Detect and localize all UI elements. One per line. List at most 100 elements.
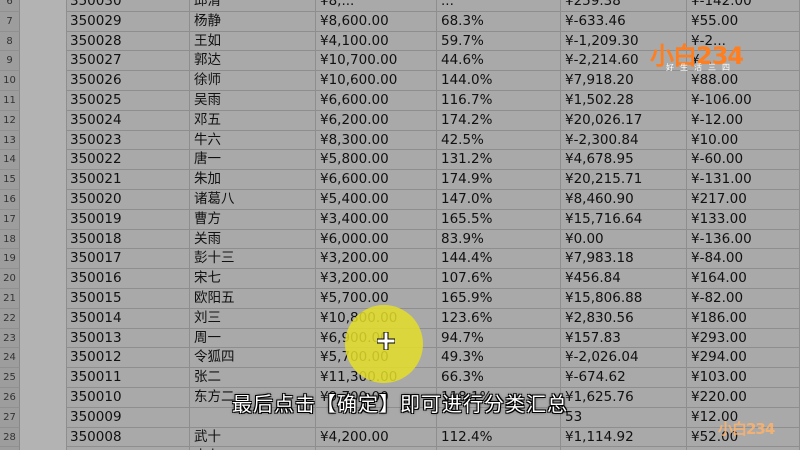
- cell-difference[interactable]: ¥1,502.28: [561, 91, 687, 111]
- cell-name[interactable]: 曹方: [190, 209, 316, 230]
- cell-amount[interactable]: ¥10,700.00: [316, 51, 437, 72]
- cell-percent[interactable]: 165.9%: [437, 289, 561, 309]
- cell-balance[interactable]: ¥-12.00: [687, 110, 800, 131]
- table-row[interactable]: 12 350024 邓五 ¥6,200.00 174.2% ¥20,026.17 ¥-12.…: [0, 110, 800, 131]
- cell-balance[interactable]: ¥217.00: [687, 190, 800, 210]
- cell-percent[interactable]: 59.7%: [437, 31, 561, 52]
- cell-name[interactable]: 邓五: [190, 110, 316, 131]
- row-header[interactable]: 9: [0, 51, 20, 72]
- cell-balance[interactable]: ¥-84.00: [687, 249, 800, 270]
- cell-difference[interactable]: ¥20,215.71: [561, 170, 687, 190]
- row-header[interactable]: 17: [0, 209, 20, 230]
- row-header[interactable]: 22: [0, 308, 20, 329]
- cell-percent[interactable]: 112.4%: [437, 427, 561, 448]
- cell-percent[interactable]: 49.3%: [437, 348, 561, 369]
- cell-difference[interactable]: ¥0.00: [561, 229, 687, 250]
- cell-name[interactable]: 邱清: [190, 0, 316, 12]
- cell-amount[interactable]: ¥5,800.00: [316, 150, 437, 171]
- cell-difference[interactable]: ¥1,114.92: [561, 427, 687, 448]
- cell-id[interactable]: 350021: [66, 170, 190, 190]
- cell-id[interactable]: 350019: [66, 209, 190, 230]
- row-header[interactable]: 8: [0, 31, 20, 52]
- cell-percent[interactable]: ...: [437, 0, 561, 12]
- cell-balance[interactable]: ¥294.00: [687, 348, 800, 369]
- cell-name[interactable]: 吴雨: [190, 91, 316, 111]
- row-header[interactable]: 28: [0, 427, 20, 448]
- cell-balance[interactable]: ¥103.00: [687, 368, 800, 388]
- cell-difference[interactable]: ¥8,460.90: [561, 190, 687, 210]
- row-header[interactable]: 25: [0, 368, 20, 388]
- cell-balance[interactable]: ¥-82.00: [687, 289, 800, 309]
- cell-difference[interactable]: ¥4,678.95: [561, 150, 687, 171]
- cell-percent[interactable]: 144.4%: [437, 249, 561, 270]
- cell-difference[interactable]: ¥-2,026.04: [561, 348, 687, 369]
- row-header[interactable]: 24: [0, 348, 20, 369]
- row-header[interactable]: 10: [0, 71, 20, 91]
- table-row[interactable]: 6 350030 邱清 ¥8,...... ¥259.38 ¥-142.00: [0, 0, 800, 12]
- cell-name[interactable]: 欧阳五: [190, 289, 316, 309]
- cell-id[interactable]: 350023: [66, 130, 190, 151]
- row-header[interactable]: 6: [0, 0, 20, 12]
- cell-id[interactable]: 350030: [66, 0, 190, 12]
- cell-id[interactable]: 350025: [66, 91, 190, 111]
- cell-name[interactable]: 张二: [190, 368, 316, 388]
- cell-percent[interactable]: 131.2%: [437, 150, 561, 171]
- cell-percent[interactable]: 123.6%: [437, 308, 561, 329]
- row-header[interactable]: 12: [0, 110, 20, 131]
- row-header[interactable]: 23: [0, 328, 20, 349]
- cell-percent[interactable]: 83.9%: [437, 229, 561, 250]
- cell-percent[interactable]: 44.6%: [437, 51, 561, 72]
- cell-amount[interactable]: ¥6,000.00: [316, 229, 437, 250]
- cell-balance[interactable]: ¥-136.00: [687, 229, 800, 250]
- cell-name[interactable]: 关雨: [190, 229, 316, 250]
- cell-name[interactable]: 牛六: [190, 130, 316, 151]
- table-row[interactable]: 21 350015 欧阳五 ¥5,700.00 165.9% ¥15,806.88 ¥-82…: [0, 289, 800, 309]
- cell-balance[interactable]: ¥10.00: [687, 130, 800, 151]
- cell-id[interactable]: 350022: [66, 150, 190, 171]
- row-header[interactable]: 18: [0, 229, 20, 250]
- cell-balance[interactable]: ¥-60.00: [687, 150, 800, 171]
- cell-percent[interactable]: 42.5%: [437, 130, 561, 151]
- cell-amount[interactable]: ¥3,400.00: [316, 209, 437, 230]
- cell-percent[interactable]: 66.3%: [437, 368, 561, 388]
- row-header[interactable]: 21: [0, 289, 20, 309]
- row-header[interactable]: 7: [0, 11, 20, 32]
- cell-id[interactable]: 350016: [66, 269, 190, 289]
- cell-percent[interactable]: 68.3%: [437, 11, 561, 32]
- table-row[interactable]: 28 350008 武十 ¥4,200.00 112.4% ¥1,114.92 ¥52.00: [0, 427, 800, 448]
- cell-name[interactable]: 唐一: [190, 150, 316, 171]
- row-header[interactable]: 14: [0, 150, 20, 171]
- cell-name[interactable]: 朱加: [190, 170, 316, 190]
- cell-id[interactable]: 350027: [66, 51, 190, 72]
- cell-difference[interactable]: ¥-2,300.84: [561, 130, 687, 151]
- cell-amount[interactable]: ¥4,100.00: [316, 31, 437, 52]
- table-row[interactable]: 13 350023 牛六 ¥8,300.00 42.5% ¥-2,300.84 ¥10.00: [0, 130, 800, 151]
- cell-id[interactable]: 350029: [66, 11, 190, 32]
- cell-name[interactable]: 诸葛八: [190, 190, 316, 210]
- cell-balance[interactable]: ¥55.00: [687, 11, 800, 32]
- cell-amount[interactable]: ¥8,300.00: [316, 130, 437, 151]
- cell-id[interactable]: 350026: [66, 71, 190, 91]
- cell-id[interactable]: 350018: [66, 229, 190, 250]
- row-header[interactable]: 15: [0, 170, 20, 190]
- cell-difference[interactable]: ¥456.84: [561, 269, 687, 289]
- cell-amount[interactable]: ¥6,600.00: [316, 91, 437, 111]
- cell-amount[interactable]: ¥4,200.00: [316, 427, 437, 448]
- cell-amount[interactable]: ¥3,200.00: [316, 269, 437, 289]
- cell-balance[interactable]: ¥-106.00: [687, 91, 800, 111]
- row-header[interactable]: 20: [0, 269, 20, 289]
- table-row[interactable]: 20 350016 宋七 ¥3,200.00 107.6% ¥456.84 ¥164.00: [0, 269, 800, 289]
- cell-id[interactable]: 350012: [66, 348, 190, 369]
- cell-difference[interactable]: ¥7,983.18: [561, 249, 687, 270]
- cell-name[interactable]: 周一: [190, 328, 316, 349]
- cell-id[interactable]: 350014: [66, 308, 190, 329]
- cell-name[interactable]: 武十: [190, 427, 316, 448]
- cell-name[interactable]: 王如: [190, 31, 316, 52]
- cell-amount[interactable]: ¥3,200.00: [316, 249, 437, 270]
- table-row[interactable]: 17 350019 曹方 ¥3,400.00 165.5% ¥15,716.64 ¥133.…: [0, 209, 800, 230]
- table-row[interactable]: 11 350025 吴雨 ¥6,600.00 116.7% ¥1,502.28 ¥-106.…: [0, 91, 800, 111]
- cell-name[interactable]: 刘三: [190, 308, 316, 329]
- cell-balance[interactable]: ¥293.00: [687, 328, 800, 349]
- cell-balance[interactable]: ¥186.00: [687, 308, 800, 329]
- table-row[interactable]: 15 350021 朱加 ¥6,600.00 174.9% ¥20,215.71 ¥-131…: [0, 170, 800, 190]
